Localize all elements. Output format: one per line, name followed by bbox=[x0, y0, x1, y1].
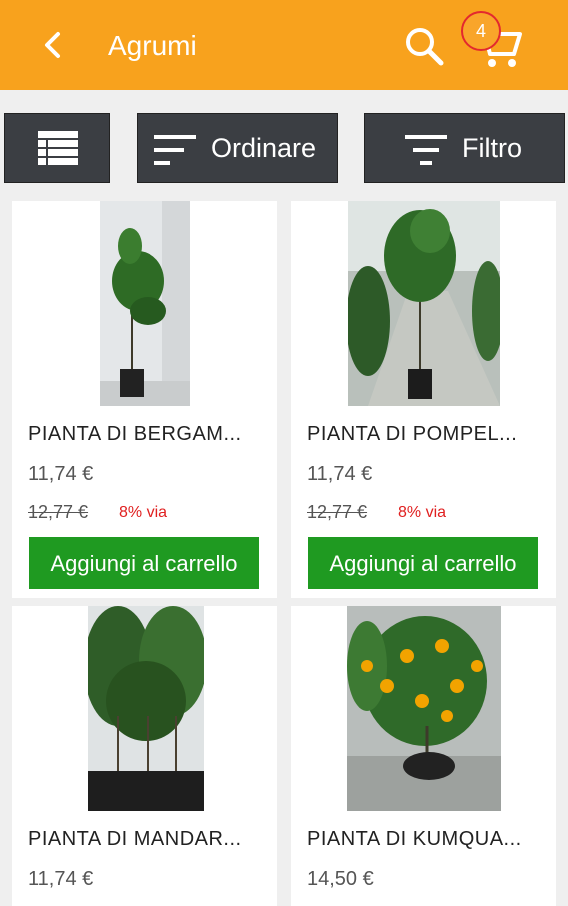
chevron-left-icon[interactable] bbox=[34, 22, 74, 68]
app-bar: Agrumi 4 bbox=[0, 0, 568, 90]
cart-count-badge: 4 bbox=[461, 11, 501, 51]
product-card[interactable]: PIANTA DI MANDAR... 11,74 € bbox=[12, 606, 277, 906]
product-card[interactable]: PIANTA DI KUMQUA... 14,50 € bbox=[291, 606, 556, 906]
product-price: 11,74 € bbox=[28, 868, 94, 890]
discount-label: 8% via bbox=[398, 504, 447, 521]
filter-button[interactable]: Filtro bbox=[364, 113, 565, 183]
product-price: 14,50 € bbox=[307, 868, 374, 890]
sort-label: Ordinare bbox=[211, 133, 317, 163]
product-name[interactable]: PIANTA DI MANDAR... bbox=[28, 828, 242, 851]
product-name[interactable]: PIANTA DI BERGAM... bbox=[28, 423, 242, 446]
discount-label: 8% via bbox=[119, 504, 168, 521]
product-price: 11,74 € bbox=[307, 463, 373, 485]
view-toggle-button[interactable] bbox=[4, 113, 110, 183]
add-to-cart-button[interactable]: Aggiungi al carrello bbox=[29, 537, 259, 589]
filter-icon bbox=[405, 135, 447, 165]
product-image[interactable] bbox=[100, 201, 190, 406]
sort-button[interactable]: Ordinare bbox=[137, 113, 338, 183]
product-old-price: 12,77 € bbox=[307, 502, 368, 522]
filter-label: Filtro bbox=[462, 133, 522, 163]
product-image[interactable] bbox=[348, 201, 500, 406]
product-card[interactable]: PIANTA DI POMPEL... 11,74 € 12,77 € 8% v… bbox=[291, 201, 556, 598]
product-name[interactable]: PIANTA DI POMPEL... bbox=[307, 423, 517, 446]
product-price: 11,74 € bbox=[28, 463, 94, 485]
product-image[interactable] bbox=[347, 606, 501, 811]
product-old-price: 12,77 € bbox=[28, 502, 89, 522]
list-view-icon bbox=[38, 131, 78, 165]
page-title: Agrumi bbox=[108, 30, 197, 61]
sort-icon bbox=[154, 135, 196, 165]
product-image[interactable] bbox=[88, 606, 204, 811]
product-name[interactable]: PIANTA DI KUMQUA... bbox=[307, 828, 522, 851]
product-card[interactable]: PIANTA DI BERGAM... 11,74 € 12,77 € 8% v… bbox=[12, 201, 277, 598]
search-icon[interactable] bbox=[400, 22, 450, 72]
add-to-cart-button[interactable]: Aggiungi al carrello bbox=[308, 537, 538, 589]
